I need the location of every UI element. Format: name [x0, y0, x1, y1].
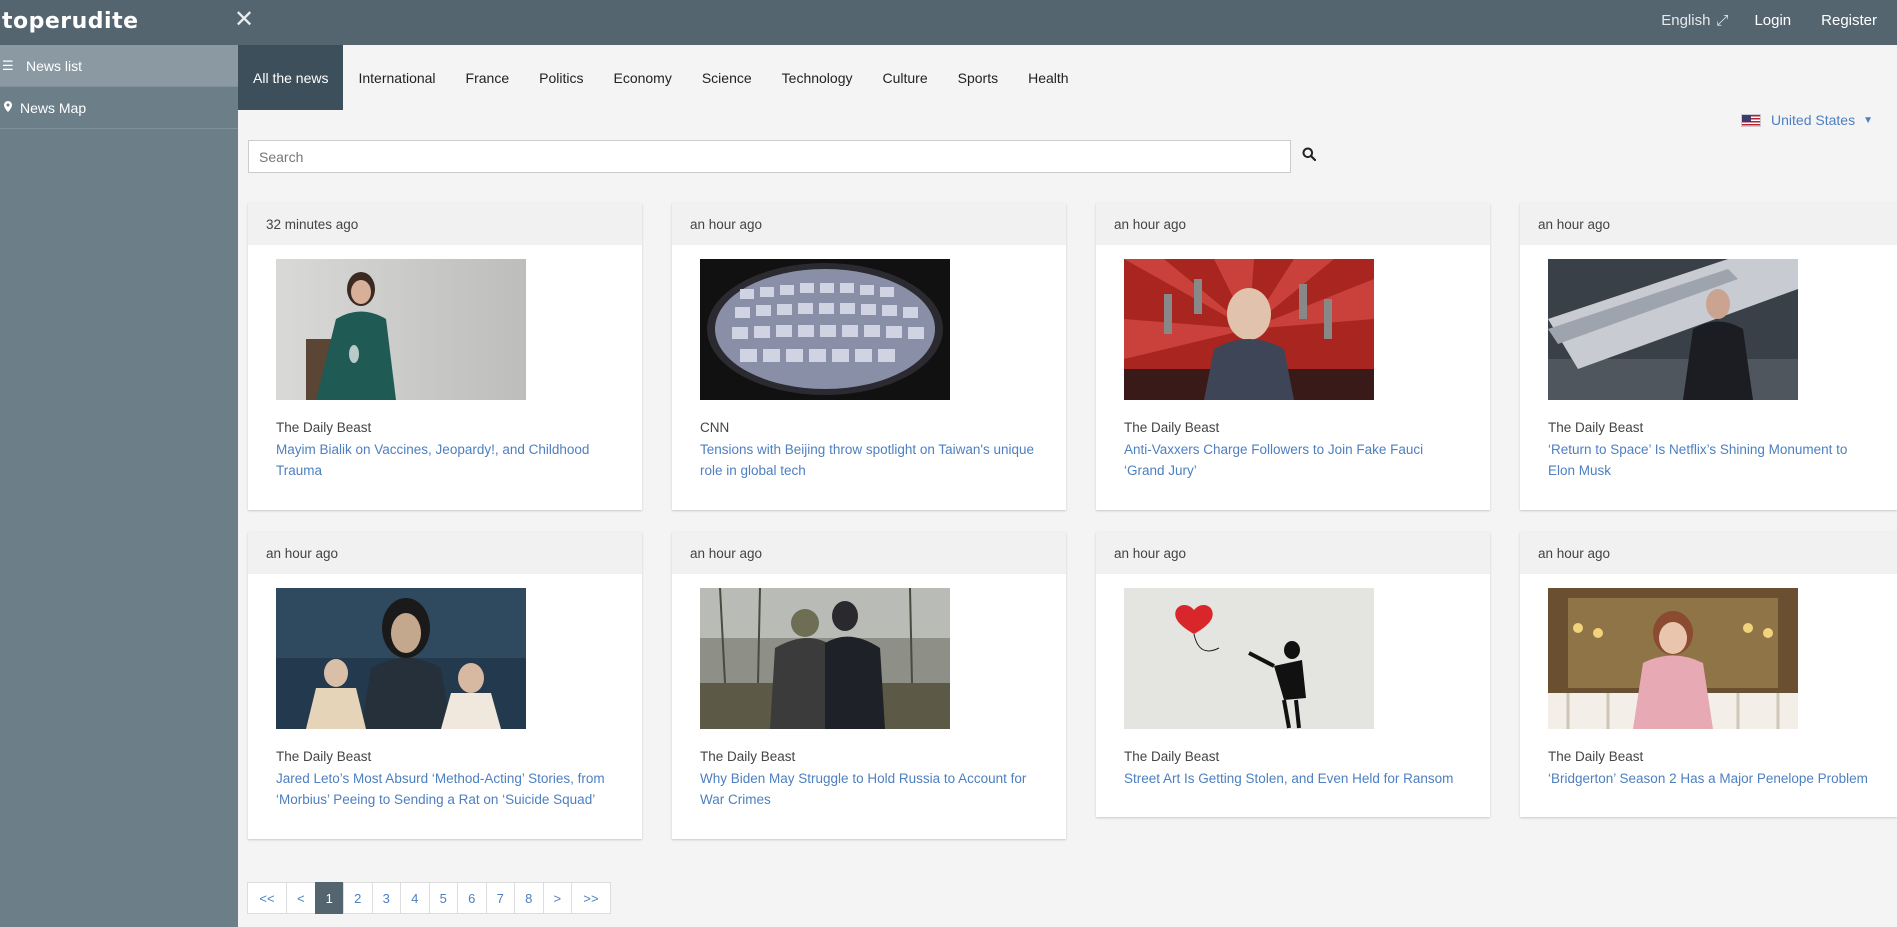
news-card: an hour ago The Daily Beast Why Biden Ma…	[672, 532, 1066, 839]
register-link[interactable]: Register	[1821, 12, 1877, 29]
news-card: 32 minutes ago The Daily Beast Mayim Bia…	[248, 203, 642, 510]
sidebar: ☰ News list News Map	[0, 45, 238, 927]
card-title-link[interactable]: Anti-Vaxxers Charge Followers to Join Fa…	[1124, 439, 1462, 481]
page-button[interactable]: 8	[514, 882, 544, 914]
page-button[interactable]: 5	[428, 882, 458, 914]
card-source: The Daily Beast	[276, 749, 372, 764]
page-last-button[interactable]: >>	[571, 882, 611, 914]
tab-france[interactable]: France	[451, 45, 525, 110]
logo[interactable]: toperudite	[2, 9, 139, 34]
card-title-link[interactable]: Mayim Bialik on Vaccines, Jeopardy!, and…	[276, 439, 614, 481]
news-thumbnail[interactable]	[1548, 259, 1798, 400]
card-timestamp: an hour ago	[1096, 532, 1490, 574]
news-thumbnail[interactable]	[700, 259, 950, 400]
card-source: The Daily Beast	[1548, 420, 1644, 435]
tab-economy[interactable]: Economy	[598, 45, 686, 110]
tab-science[interactable]: Science	[687, 45, 767, 110]
card-title-link[interactable]: Jared Leto’s Most Absurd ‘Method-Acting’…	[276, 768, 614, 810]
card-timestamp: an hour ago	[1096, 203, 1490, 245]
news-card: an hour ago The Daily Beast ‘Bridgerton’…	[1520, 532, 1897, 817]
tab-culture[interactable]: Culture	[867, 45, 942, 110]
card-title-link[interactable]: Why Biden May Struggle to Hold Russia to…	[700, 768, 1038, 810]
caret-down-icon: ▼	[1863, 114, 1873, 126]
page-button[interactable]: 3	[371, 882, 401, 914]
sidebar-item-news-list[interactable]: ☰ News list	[0, 45, 238, 87]
tab-health[interactable]: Health	[1013, 45, 1083, 110]
news-card: an hour ago The Daily Beast Anti-Vaxxers…	[1096, 203, 1490, 510]
expand-icon[interactable]: ⤢	[1716, 12, 1728, 29]
tab-all-news[interactable]: All the news	[238, 45, 344, 110]
page-button[interactable]: 6	[457, 882, 487, 914]
sidebar-item-label: News Map	[20, 99, 87, 116]
card-timestamp: an hour ago	[672, 532, 1066, 574]
sidebar-item-news-map[interactable]: News Map	[0, 87, 238, 129]
page-button[interactable]: 4	[400, 882, 430, 914]
card-timestamp: an hour ago	[1520, 532, 1897, 574]
card-title-link[interactable]: Tensions with Beijing throw spotlight on…	[700, 439, 1038, 481]
card-title-link[interactable]: ‘Return to Space’ Is Netflix’s Shining M…	[1548, 439, 1869, 481]
card-source: The Daily Beast	[1548, 749, 1644, 764]
login-link[interactable]: Login	[1754, 12, 1791, 29]
close-icon[interactable]: ✕	[234, 6, 254, 34]
country-label: United States	[1771, 112, 1856, 128]
page-first-button[interactable]: <<	[247, 882, 287, 914]
news-thumbnail[interactable]	[276, 259, 526, 400]
news-thumbnail[interactable]	[700, 588, 950, 729]
tab-politics[interactable]: Politics	[524, 45, 598, 110]
card-timestamp: an hour ago	[1520, 203, 1897, 245]
news-card: an hour ago The Daily Beast ‘Return to S…	[1520, 203, 1897, 510]
card-timestamp: 32 minutes ago	[248, 203, 642, 245]
page-prev-button[interactable]: <	[286, 882, 316, 914]
list-icon: ☰	[2, 57, 14, 73]
pagination: << < 1 2 3 4 5 6 7 8 > >>	[247, 882, 611, 914]
search-icon	[1302, 147, 1317, 162]
news-card: an hour ago The Daily Beast Street Art I…	[1096, 532, 1490, 817]
top-navbar: toperudite ✕ English ⤢ Login Register	[0, 0, 1897, 45]
page-next-button[interactable]: >	[542, 882, 572, 914]
news-thumbnail[interactable]	[276, 588, 526, 729]
card-source: The Daily Beast	[1124, 749, 1220, 764]
sidebar-item-label: News list	[26, 57, 83, 74]
news-card: an hour ago The Daily Beast Jared Leto’s…	[248, 532, 642, 839]
page-button[interactable]: 7	[485, 882, 515, 914]
country-selector[interactable]: United States ▼	[1741, 112, 1873, 128]
top-right-menu: English ⤢ Login Register	[1661, 12, 1877, 29]
card-source: The Daily Beast	[700, 749, 796, 764]
card-title-link[interactable]: ‘Bridgerton’ Season 2 Has a Major Penelo…	[1548, 768, 1869, 789]
us-flag-icon	[1741, 113, 1762, 127]
card-title-link[interactable]: Street Art Is Getting Stolen, and Even H…	[1124, 768, 1462, 789]
news-thumbnail[interactable]	[1124, 588, 1374, 729]
category-tabs: All the news International France Politi…	[238, 45, 1084, 110]
tab-international[interactable]: International	[343, 45, 450, 110]
card-source: The Daily Beast	[1124, 420, 1220, 435]
news-thumbnail[interactable]	[1548, 588, 1798, 729]
card-source: CNN	[700, 420, 730, 435]
news-thumbnail[interactable]	[1124, 259, 1374, 400]
news-card: an hour ago CNN Tensions with Beijing th…	[672, 203, 1066, 510]
tab-technology[interactable]: Technology	[767, 45, 868, 110]
page-button[interactable]: 1	[314, 882, 344, 914]
card-timestamp: an hour ago	[248, 532, 642, 574]
card-source: The Daily Beast	[276, 420, 372, 435]
search-button[interactable]	[1302, 147, 1322, 167]
tab-sports[interactable]: Sports	[943, 45, 1013, 110]
page-button[interactable]: 2	[343, 882, 373, 914]
card-timestamp: an hour ago	[672, 203, 1066, 245]
search-input[interactable]	[248, 140, 1291, 173]
map-marker-icon	[0, 100, 20, 115]
language-selector[interactable]: English	[1661, 12, 1710, 29]
